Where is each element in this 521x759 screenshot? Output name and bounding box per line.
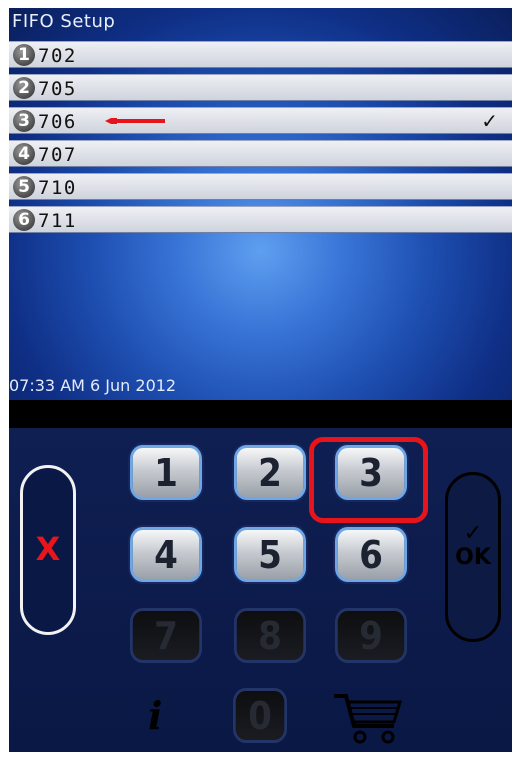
key-8-button[interactable]: 8 — [234, 608, 306, 663]
ok-label: OK — [455, 545, 491, 570]
datetime-label: 07:33 AM 6 Jun 2012 — [9, 376, 177, 395]
ok-check-icon: ✓ — [463, 521, 483, 546]
cancel-button[interactable]: X — [20, 465, 76, 635]
divider-bar — [9, 400, 512, 428]
key-4-button[interactable]: 4 — [130, 527, 202, 582]
item-number-badge: 5 — [13, 176, 35, 198]
list-item[interactable]: 6 711 — [9, 206, 512, 233]
fifo-list: 1 702 2 705 3 706 ✓ 4 707 5 710 6 711 — [9, 41, 512, 239]
key-6-button[interactable]: 6 — [335, 527, 407, 582]
item-code: 710 — [38, 177, 77, 199]
key-9-button[interactable]: 9 — [335, 608, 407, 663]
item-number-badge: 3 — [13, 110, 35, 132]
item-code: 707 — [38, 144, 77, 166]
key-1-button[interactable]: 1 — [130, 445, 202, 500]
item-code: 711 — [38, 210, 77, 232]
key-5-button[interactable]: 5 — [234, 527, 306, 582]
key-7-button[interactable]: 7 — [130, 608, 202, 663]
list-item[interactable]: 2 705 — [9, 74, 512, 101]
item-number-badge: 1 — [13, 44, 35, 66]
display-area: FIFO Setup 1 702 2 705 3 706 ✓ 4 707 5 7… — [9, 8, 512, 400]
item-code: 706 — [38, 111, 77, 133]
item-number-badge: 2 — [13, 77, 35, 99]
annotation-arrow-icon — [105, 118, 165, 124]
cancel-x-icon: X — [35, 530, 61, 568]
list-item[interactable]: 1 702 — [9, 41, 512, 68]
cart-icon[interactable] — [332, 690, 404, 746]
list-item-selected[interactable]: 3 706 ✓ — [9, 107, 512, 134]
item-number-badge: 6 — [13, 209, 35, 231]
key-0-button[interactable]: 0 — [233, 688, 287, 743]
screen-title: FIFO Setup — [12, 11, 116, 32]
item-number-badge: 4 — [13, 143, 35, 165]
list-item[interactable]: 4 707 — [9, 140, 512, 167]
annotation-highlight-box — [309, 437, 428, 523]
ok-button[interactable]: ✓ OK — [445, 472, 501, 642]
info-icon[interactable]: i — [148, 693, 162, 738]
item-code: 705 — [38, 78, 77, 100]
list-item[interactable]: 5 710 — [9, 173, 512, 200]
item-code: 702 — [38, 45, 77, 67]
key-2-button[interactable]: 2 — [234, 445, 306, 500]
check-icon: ✓ — [481, 109, 498, 133]
